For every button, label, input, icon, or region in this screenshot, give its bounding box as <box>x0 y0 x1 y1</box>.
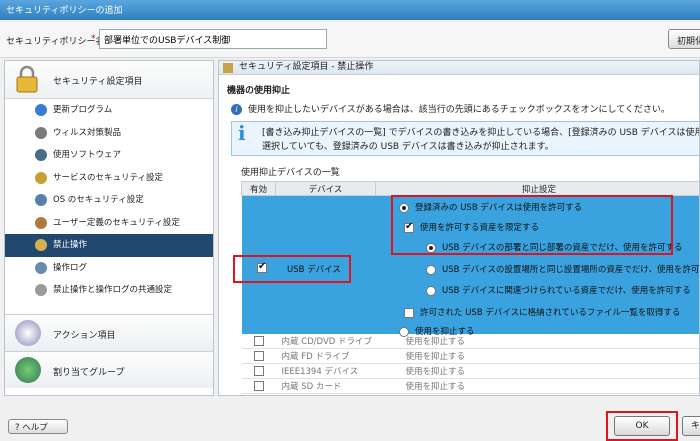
col-enabled: 有効 <box>241 181 276 196</box>
policy-name-row: セキュリティポリシー名： * 初期化 <box>0 22 700 58</box>
window-title: セキュリティポリシーの追加 <box>0 0 700 20</box>
sidebar-item-7[interactable]: 操作ログ <box>5 257 213 280</box>
sidebar-item-label: 禁止操作と操作ログの共通設定 <box>53 285 173 295</box>
radio-linked-assets[interactable] <box>426 285 436 296</box>
sidebar-item-3[interactable]: サービスのセキュリティ設定 <box>5 167 213 190</box>
radio-same-location[interactable] <box>426 264 436 275</box>
col-setting: 抑止設定 <box>375 181 699 196</box>
help-label: ヘルプ <box>22 423 48 433</box>
row-device-cell: 内蔵 CD/DVD ドライブ <box>275 333 376 349</box>
policy-name-label: セキュリティポリシー名： <box>6 37 114 47</box>
required-mark: * <box>91 34 96 44</box>
section-title: 機器の使用抑止 <box>227 86 291 96</box>
breadcrumb-label: セキュリティ設定項目 - 禁止操作 <box>239 62 374 72</box>
nav-section-group-label: 割り当てグループ <box>53 368 125 378</box>
row-enabled-checkbox[interactable] <box>253 380 264 391</box>
row-device-cell: IEEE1394 デバイス <box>275 363 376 379</box>
os-icon <box>35 194 47 206</box>
sidebar-item-label: 使用ソフトウェア <box>53 150 122 160</box>
highlight-usb-device <box>233 255 351 283</box>
sidebar-item-label: 操作ログ <box>53 262 88 273</box>
info-box-line-2: 選択していても、登録済みの USB デバイスは書き込みが抑止されます。 <box>262 142 554 152</box>
lock-icon <box>16 65 38 93</box>
prohibit-icon <box>35 239 47 251</box>
user-define-icon <box>35 216 47 229</box>
opt-same-location-label: USB デバイスの設置場所と同じ設置場所の資産でだけ、使用を許可する <box>442 265 700 275</box>
sidebar-item-1[interactable]: ウィルス対策製品 <box>5 122 213 145</box>
info-line-text: 使用を抑止したいデバイスがある場合は、該当行の先頭にあるチェックボックスをオンに… <box>248 105 670 115</box>
row-enabled-cell <box>241 363 276 379</box>
antivirus-icon <box>35 126 47 139</box>
info-large-icon: i <box>238 121 246 145</box>
help-icon: ? <box>15 423 20 433</box>
nav-item-list: 更新プログラム ウィルス対策製品 使用ソフトウェアサービスのセキュリティ設定 OS の… <box>5 99 213 302</box>
cancel-button[interactable]: キャ <box>682 416 700 436</box>
info-line: i 使用を抑止したいデバイスがある場合は、該当行の先頭にあるチェックボックスをオン… <box>231 102 670 115</box>
help-button[interactable]: ? ヘルプ <box>8 419 68 434</box>
sidebar-item-label: OS のセキュリティ設定 <box>53 195 144 205</box>
prohibit-icon <box>223 63 233 73</box>
checkbox-get-file-list[interactable] <box>404 307 414 318</box>
col-device: デバイス <box>275 181 376 196</box>
row-enabled-checkbox[interactable] <box>253 365 264 376</box>
init-button[interactable]: 初期化 <box>668 29 700 49</box>
nav-section-group[interactable]: 割り当てグループ <box>5 351 213 388</box>
info-box-line-1: [書き込み抑止デバイスの一覧] でデバイスの書き込みを抑止している場合、[登録済… <box>262 128 699 138</box>
table-row[interactable]: 内蔵 FD ドライブ 使用を抑止する <box>241 348 699 364</box>
policy-name-input[interactable] <box>99 29 327 49</box>
table-row[interactable]: IEEE1394 デバイス 使用を抑止する <box>241 363 699 379</box>
row-device-cell: 内蔵 FD ドライブ <box>275 348 376 364</box>
row-enabled-checkbox[interactable] <box>253 335 264 346</box>
update-icon <box>35 104 47 116</box>
row-enabled-cell <box>241 348 276 364</box>
sidebar-item-8[interactable]: 禁止操作と操作ログの共通設定 <box>5 279 213 302</box>
service-icon <box>35 171 47 184</box>
radio-suppress[interactable] <box>399 326 409 337</box>
software-icon <box>35 149 47 161</box>
sidebar-item-label: ユーザー定義のセキュリティ設定 <box>53 217 180 228</box>
sidebar-item-2[interactable]: 使用ソフトウェア <box>5 144 213 167</box>
sidebar-item-4[interactable]: OS のセキュリティ設定 <box>5 189 213 212</box>
highlight-usb-options <box>391 195 673 255</box>
row-device-cell: 内蔵 SD カード <box>275 378 376 394</box>
nav-section-action[interactable]: アクション項目 <box>5 314 213 351</box>
sidebar-item-label: サービスのセキュリティ設定 <box>53 172 163 183</box>
group-icon <box>15 357 41 383</box>
sidebar-item-label: ウィルス対策製品 <box>53 127 122 138</box>
table-row[interactable]: 内蔵 SD カード 使用を抑止する <box>241 378 699 394</box>
sidebar-item-5[interactable]: ユーザー定義のセキュリティ設定 <box>5 212 213 235</box>
row-enabled-checkbox[interactable] <box>253 350 264 361</box>
list-title: 使用抑止デバイスの一覧 <box>241 168 340 178</box>
nav-header-label: セキュリティ設定項目 <box>53 77 143 87</box>
row-enabled-cell <box>241 333 276 349</box>
sidebar-item-0[interactable]: 更新プログラム <box>5 99 213 122</box>
nav-section-action-label: アクション項目 <box>53 331 116 341</box>
opt-same-location[interactable]: USB デバイスの設置場所と同じ設置場所の資産でだけ、使用を許可する <box>426 263 700 275</box>
action-icon <box>15 320 41 346</box>
row-setting-cell: 使用を抑止する <box>375 363 699 379</box>
info-icon: i <box>231 104 242 115</box>
common-settings-icon <box>35 284 47 296</box>
log-icon <box>35 261 47 274</box>
row-enabled-cell <box>241 378 276 394</box>
left-nav: セキュリティ設定項目 更新プログラム ウィルス対策製品 使用ソフトウェアサービスのセ… <box>4 60 214 396</box>
opt-linked-assets-label: USB デバイスに関連づけられている資産でだけ、使用を許可する <box>442 286 691 296</box>
settings-panel: セキュリティ設定項目 - 禁止操作 機器の使用抑止 i 使用を抑止したいデバイスが… <box>218 60 700 396</box>
sidebar-item-6[interactable]: 禁止操作 <box>5 234 213 257</box>
footer-bar: ? ヘルプ OK キャ <box>0 398 700 441</box>
highlight-ok <box>606 411 678 441</box>
opt-get-file-list-label: 許可された USB デバイスに格納されているファイル一覧を取得する <box>420 308 681 318</box>
row-setting-cell: 使用を抑止する <box>375 348 699 364</box>
row-setting-cell: 使用を抑止する <box>375 378 699 394</box>
nav-header[interactable]: セキュリティ設定項目 <box>5 61 213 99</box>
opt-suppress[interactable]: 使用を抑止する <box>399 325 475 337</box>
sidebar-item-label: 更新プログラム <box>53 105 113 115</box>
sidebar-item-label: 禁止操作 <box>53 240 88 250</box>
opt-get-file-list[interactable]: 許可された USB デバイスに格納されているファイル一覧を取得する <box>404 306 680 318</box>
opt-suppress-label: 使用を抑止する <box>415 327 475 337</box>
opt-linked-assets[interactable]: USB デバイスに関連づけられている資産でだけ、使用を許可する <box>426 284 691 296</box>
info-box: i [書き込み抑止デバイスの一覧] でデバイスの書き込みを抑止している場合、[登… <box>231 121 699 156</box>
breadcrumb: セキュリティ設定項目 - 禁止操作 <box>219 61 699 75</box>
